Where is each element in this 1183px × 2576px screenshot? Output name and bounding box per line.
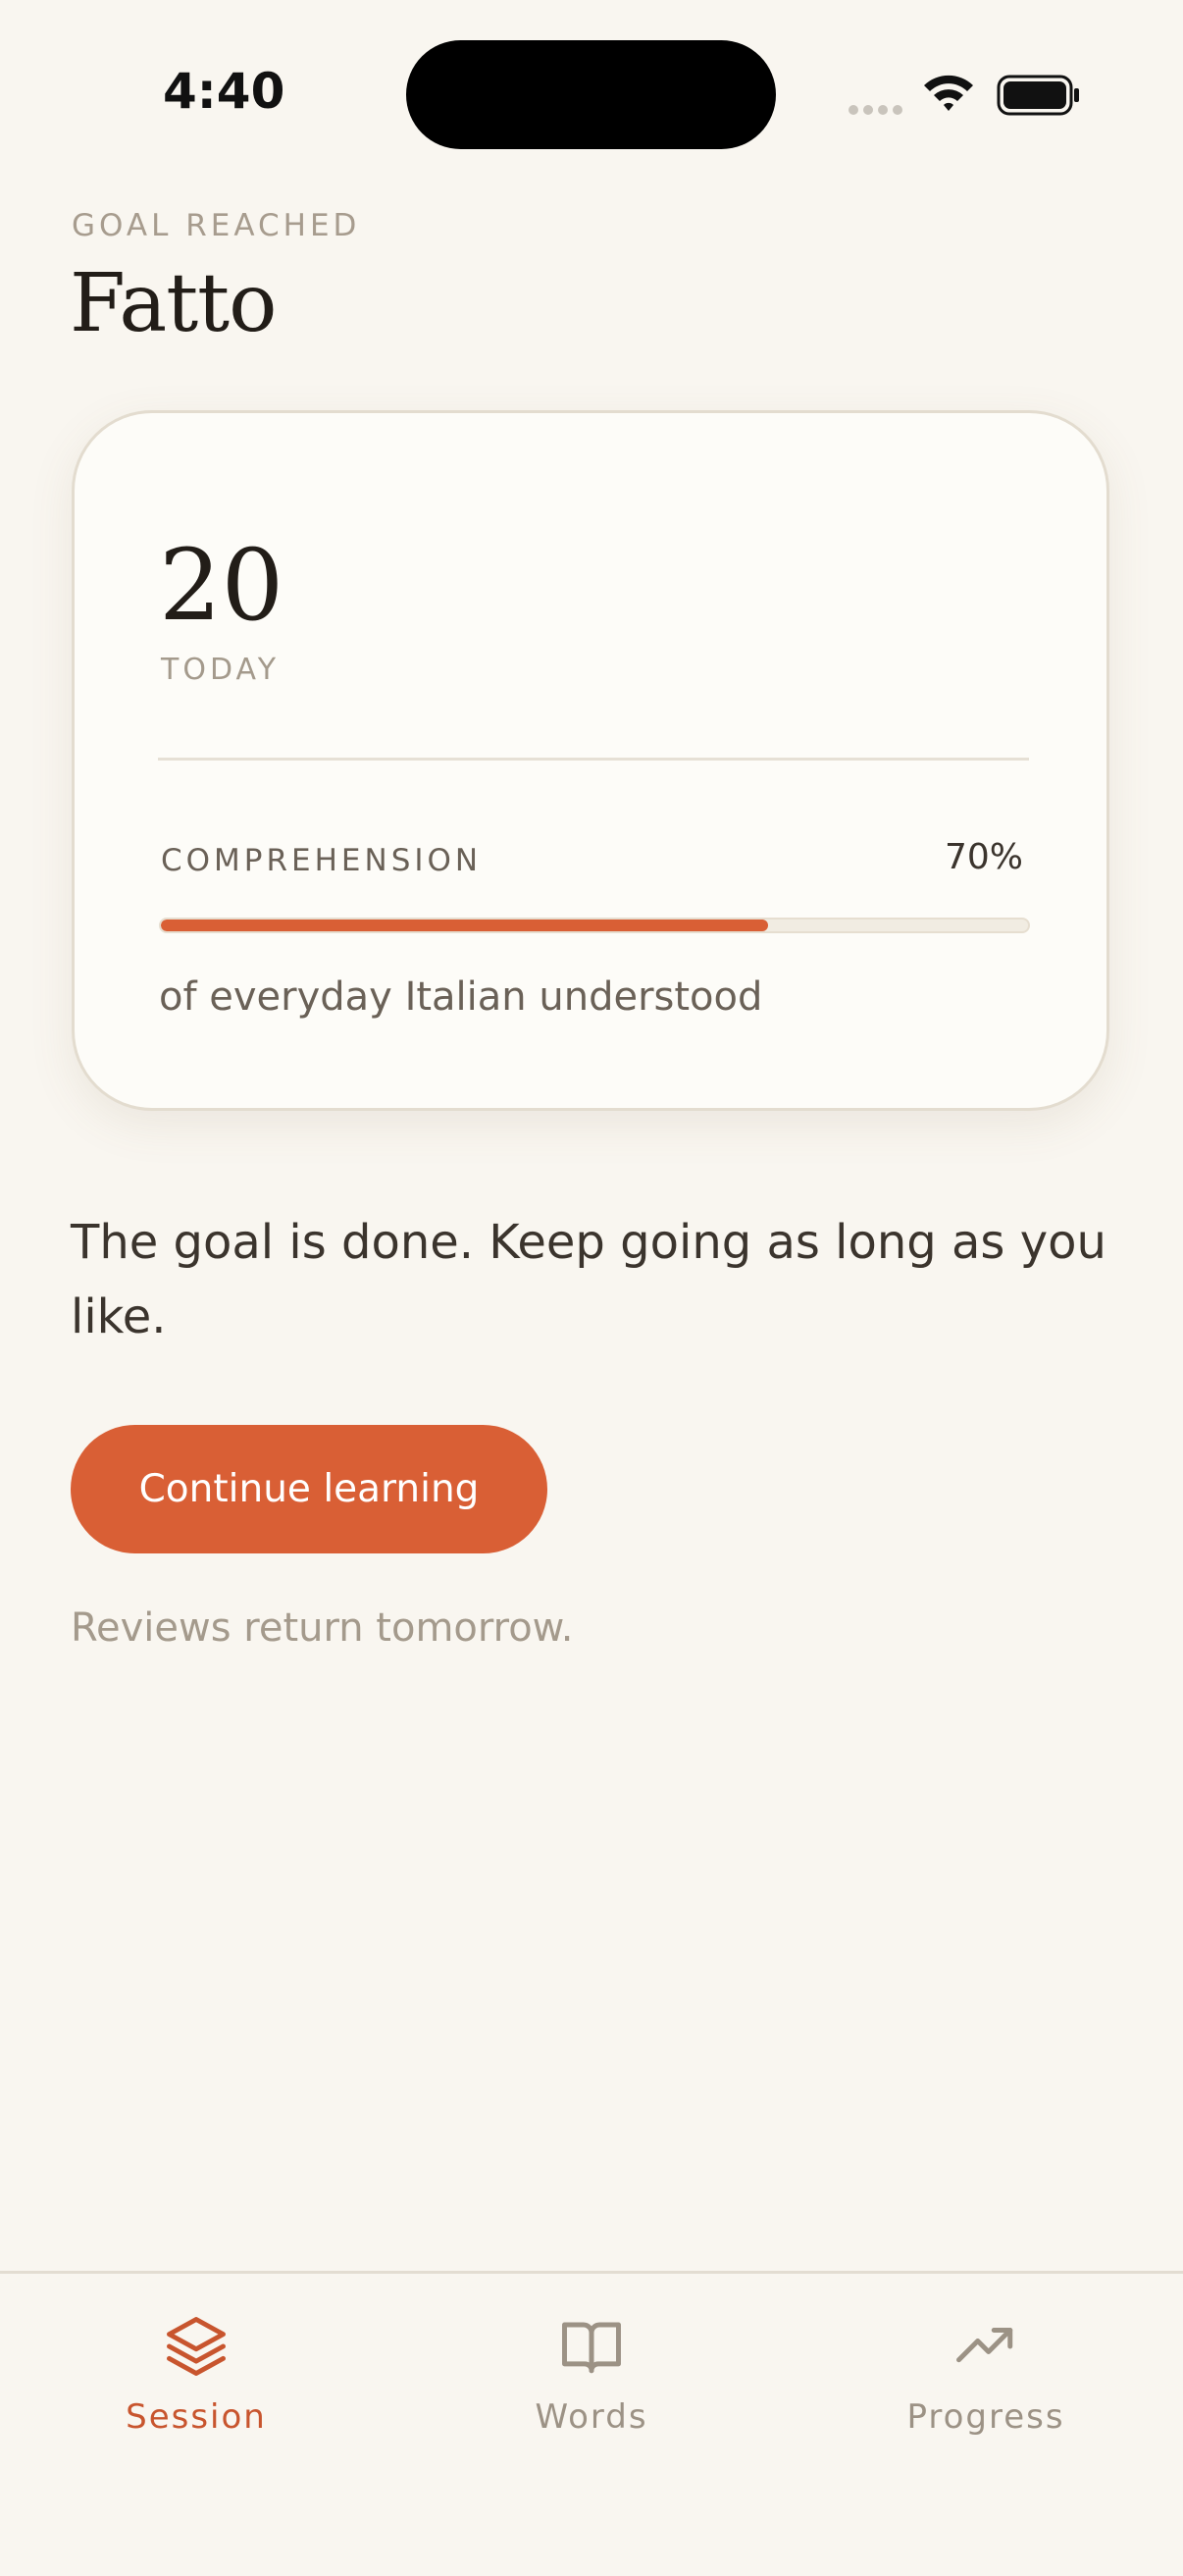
continue-learning-button[interactable]: Continue learning	[71, 1425, 547, 1553]
tab-session[interactable]: Session	[49, 2313, 343, 2450]
wifi-icon	[924, 75, 973, 111]
tab-progress[interactable]: Progress	[839, 2313, 1133, 2450]
comprehension-progress-fill	[161, 920, 768, 931]
reviews-note: Reviews return tomorrow.	[71, 1605, 574, 1651]
summary-card: 20 TODAY COMPREHENSION 70% of everyday I…	[72, 410, 1109, 1111]
tab-words[interactable]: Words	[444, 2313, 739, 2450]
signal-icon	[849, 105, 902, 115]
today-count: 20	[159, 528, 284, 643]
status-time: 4:40	[163, 63, 285, 120]
comprehension-label: COMPREHENSION	[161, 843, 483, 878]
dynamic-island	[406, 40, 776, 149]
tab-progress-label: Progress	[906, 2397, 1065, 2437]
today-label: TODAY	[161, 653, 281, 687]
layers-icon	[167, 2317, 226, 2376]
book-icon	[562, 2322, 621, 2374]
completion-message: The goal is done. Keep going as long as …	[71, 1215, 1106, 1344]
card-divider	[158, 758, 1029, 761]
comprehension-description: of everyday Italian understood	[159, 974, 763, 1020]
goal-eyebrow: GOAL REACHED	[72, 208, 361, 243]
battery-icon	[997, 75, 1079, 116]
tab-words-label: Words	[535, 2397, 648, 2437]
page-title: Fatto	[70, 257, 277, 350]
trending-up-icon	[956, 2328, 1013, 2363]
tab-session-label: Session	[126, 2397, 267, 2437]
comprehension-percent: 70%	[944, 837, 1023, 877]
tab-bar: Session Words Progress	[0, 2271, 1183, 2576]
comprehension-progress-bar	[159, 918, 1030, 933]
